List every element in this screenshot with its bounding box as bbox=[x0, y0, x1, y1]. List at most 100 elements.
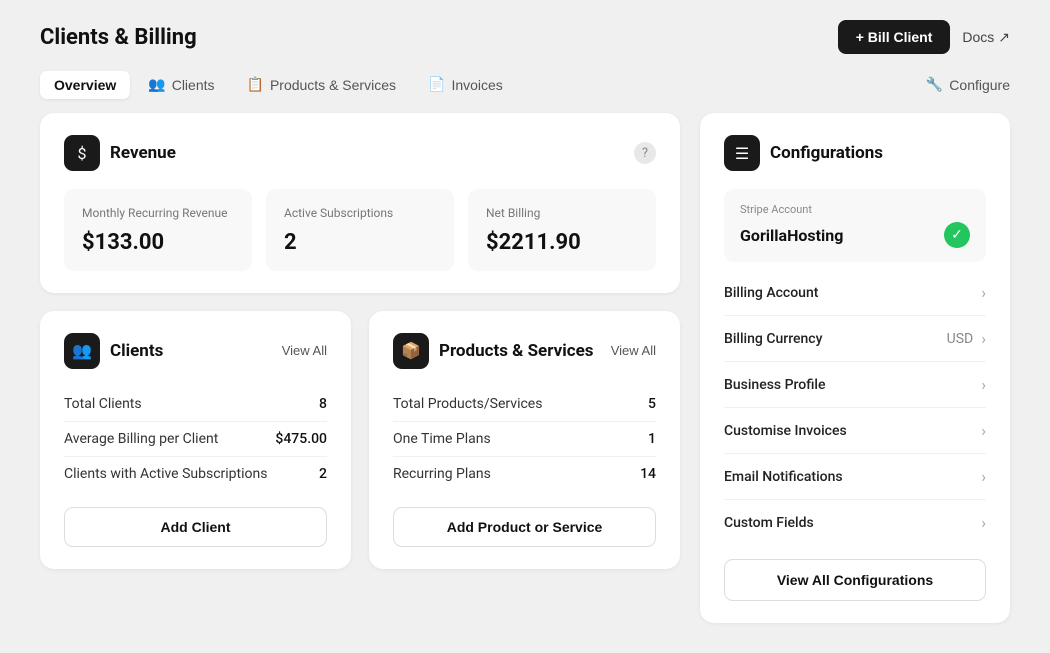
config-item-custom-fields[interactable]: Custom Fields › bbox=[724, 500, 986, 545]
products-card-header: 📦 Products & Services View All bbox=[393, 333, 656, 369]
metric-mrr-value: $133.00 bbox=[82, 230, 234, 255]
products-stat-total: Total Products/Services 5 bbox=[393, 387, 656, 422]
clients-stat-total-label: Total Clients bbox=[64, 396, 142, 412]
configurations-title-group: ☰ Configurations bbox=[724, 135, 883, 171]
config-item-customise-invoices[interactable]: Customise Invoices › bbox=[724, 408, 986, 454]
metric-active-subs: Active Subscriptions 2 bbox=[266, 189, 454, 271]
tab-overview-label: Overview bbox=[54, 77, 116, 93]
clients-title-group: 👥 Clients bbox=[64, 333, 163, 369]
chevron-right-icon: › bbox=[981, 513, 986, 532]
products-icon-box: 📦 bbox=[393, 333, 429, 369]
nav-bar: Overview 👥 Clients 📋 Products & Services… bbox=[0, 70, 1050, 113]
tab-invoices-label: Invoices bbox=[451, 77, 502, 93]
config-business-profile-right: › bbox=[981, 375, 986, 394]
stripe-account-name: GorillaHosting bbox=[740, 226, 843, 245]
configure-icon: 🔧 bbox=[926, 76, 943, 93]
docs-label: Docs bbox=[962, 29, 994, 45]
clients-view-all-button[interactable]: View All bbox=[282, 343, 327, 358]
configurations-icon: ☰ bbox=[724, 135, 760, 171]
config-email-notifications-right: › bbox=[981, 467, 986, 486]
metric-active-subs-label: Active Subscriptions bbox=[284, 205, 436, 222]
chevron-right-icon: › bbox=[981, 329, 986, 348]
config-customise-invoices-right: › bbox=[981, 421, 986, 440]
nav-tabs: Overview 👥 Clients 📋 Products & Services… bbox=[40, 70, 517, 99]
config-item-business-profile[interactable]: Business Profile › bbox=[724, 362, 986, 408]
revenue-icon: $ bbox=[64, 135, 100, 171]
config-item-billing-account[interactable]: Billing Account › bbox=[724, 270, 986, 316]
clients-products-row: 👥 Clients View All Total Clients 8 Avera… bbox=[40, 311, 680, 569]
page-title: Clients & Billing bbox=[40, 25, 197, 50]
config-business-profile-label: Business Profile bbox=[724, 377, 825, 393]
main-content: $ Revenue ? Monthly Recurring Revenue $1… bbox=[0, 113, 1050, 653]
config-billing-account-label: Billing Account bbox=[724, 285, 818, 301]
tab-clients[interactable]: 👥 Clients bbox=[134, 70, 228, 99]
configurations-card-header: ☰ Configurations bbox=[724, 135, 986, 171]
chevron-right-icon: › bbox=[981, 283, 986, 302]
stripe-account-label: Stripe Account bbox=[740, 203, 970, 216]
header-actions: + Bill Client Docs ↗ bbox=[838, 20, 1010, 54]
clients-stat-total-value: 8 bbox=[319, 396, 327, 412]
config-customise-invoices-label: Customise Invoices bbox=[724, 423, 847, 439]
metric-net-billing: Net Billing $2211.90 bbox=[468, 189, 656, 271]
config-custom-fields-right: › bbox=[981, 513, 986, 532]
clients-stat-avg-billing: Average Billing per Client $475.00 bbox=[64, 422, 327, 457]
revenue-metrics: Monthly Recurring Revenue $133.00 Active… bbox=[64, 189, 656, 271]
revenue-title: Revenue bbox=[110, 143, 176, 163]
clients-card: 👥 Clients View All Total Clients 8 Avera… bbox=[40, 311, 351, 569]
products-stat-recurring-label: Recurring Plans bbox=[393, 466, 491, 482]
tab-products-label: Products & Services bbox=[270, 77, 396, 93]
metric-net-billing-value: $2211.90 bbox=[486, 230, 638, 255]
products-stat-one-time: One Time Plans 1 bbox=[393, 422, 656, 457]
products-stat-one-time-label: One Time Plans bbox=[393, 431, 491, 447]
metric-mrr: Monthly Recurring Revenue $133.00 bbox=[64, 189, 252, 271]
products-title-group: 📦 Products & Services bbox=[393, 333, 594, 369]
clients-stat-active-subs-label: Clients with Active Subscriptions bbox=[64, 466, 267, 482]
products-card: 📦 Products & Services View All Total Pro… bbox=[369, 311, 680, 569]
clients-stat-avg-billing-label: Average Billing per Client bbox=[64, 431, 218, 447]
clients-title: Clients bbox=[110, 341, 163, 361]
left-column: $ Revenue ? Monthly Recurring Revenue $1… bbox=[40, 113, 680, 623]
docs-button[interactable]: Docs ↗ bbox=[962, 29, 1010, 46]
clients-card-header: 👥 Clients View All bbox=[64, 333, 327, 369]
tab-overview[interactable]: Overview bbox=[40, 71, 130, 99]
products-stat-total-label: Total Products/Services bbox=[393, 396, 542, 412]
stripe-name-row: GorillaHosting ✓ bbox=[740, 222, 970, 248]
chevron-right-icon: › bbox=[981, 421, 986, 440]
stripe-account-box: Stripe Account GorillaHosting ✓ bbox=[724, 189, 986, 262]
tab-products[interactable]: 📋 Products & Services bbox=[233, 70, 411, 99]
bill-client-button[interactable]: + Bill Client bbox=[838, 20, 951, 54]
config-email-notifications-label: Email Notifications bbox=[724, 469, 843, 485]
view-all-configurations-button[interactable]: View All Configurations bbox=[724, 559, 986, 601]
configure-button[interactable]: 🔧 Configure bbox=[926, 76, 1010, 93]
configurations-card: ☰ Configurations Stripe Account GorillaH… bbox=[700, 113, 1010, 623]
help-icon[interactable]: ? bbox=[634, 142, 656, 164]
external-link-icon: ↗ bbox=[998, 29, 1010, 46]
add-product-button[interactable]: Add Product or Service bbox=[393, 507, 656, 547]
metric-mrr-label: Monthly Recurring Revenue bbox=[82, 205, 234, 222]
config-custom-fields-label: Custom Fields bbox=[724, 515, 814, 531]
config-billing-account-right: › bbox=[981, 283, 986, 302]
products-icon: 📋 bbox=[247, 76, 264, 93]
metric-active-subs-value: 2 bbox=[284, 230, 436, 255]
configurations-title: Configurations bbox=[770, 143, 883, 163]
page-header: Clients & Billing + Bill Client Docs ↗ bbox=[0, 0, 1050, 70]
chevron-right-icon: › bbox=[981, 375, 986, 394]
chevron-right-icon: › bbox=[981, 467, 986, 486]
billing-currency-value: USD bbox=[947, 331, 974, 347]
metric-net-billing-label: Net Billing bbox=[486, 205, 638, 222]
tab-invoices[interactable]: 📄 Invoices bbox=[414, 70, 517, 99]
clients-stat-active-subs-value: 2 bbox=[319, 466, 327, 482]
config-item-email-notifications[interactable]: Email Notifications › bbox=[724, 454, 986, 500]
clients-stat-total: Total Clients 8 bbox=[64, 387, 327, 422]
revenue-card-header: $ Revenue ? bbox=[64, 135, 656, 171]
revenue-card: $ Revenue ? Monthly Recurring Revenue $1… bbox=[40, 113, 680, 293]
products-stat-recurring: Recurring Plans 14 bbox=[393, 457, 656, 491]
add-client-button[interactable]: Add Client bbox=[64, 507, 327, 547]
products-stat-one-time-value: 1 bbox=[648, 431, 656, 447]
config-item-billing-currency[interactable]: Billing Currency USD › bbox=[724, 316, 986, 362]
config-list: Billing Account › Billing Currency USD ›… bbox=[724, 270, 986, 545]
configure-label: Configure bbox=[949, 77, 1010, 93]
revenue-title-group: $ Revenue bbox=[64, 135, 176, 171]
clients-icon-box: 👥 bbox=[64, 333, 100, 369]
products-view-all-button[interactable]: View All bbox=[611, 343, 656, 358]
